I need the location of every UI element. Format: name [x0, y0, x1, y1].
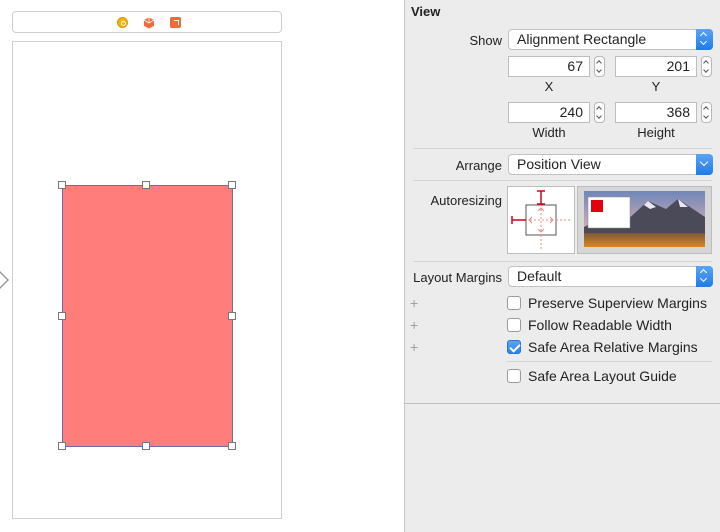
resize-handle-bottom[interactable]: [142, 442, 150, 450]
checkbox[interactable]: [507, 296, 521, 310]
autoresizing-label: Autoresizing: [430, 193, 502, 208]
add-variation-plus-icon[interactable]: +: [410, 295, 418, 311]
resize-handle-bottom-left[interactable]: [58, 442, 66, 450]
width-stepper[interactable]: [594, 102, 605, 123]
arrange-popup[interactable]: Position View: [508, 154, 713, 175]
divider: [413, 261, 712, 262]
exit-icon[interactable]: [170, 17, 181, 28]
x-caption: X: [544, 79, 554, 94]
resize-handle-top-left[interactable]: [58, 181, 66, 189]
autoresizing-preview: [577, 186, 712, 254]
resize-handle-top-right[interactable]: [228, 181, 236, 189]
autoresizing-struts-icon: [511, 190, 570, 249]
divider: [413, 148, 712, 149]
add-variation-plus-icon[interactable]: +: [410, 339, 418, 355]
storyboard-canvas[interactable]: [0, 0, 404, 532]
height-caption: Height: [637, 125, 675, 140]
divider: [413, 180, 712, 181]
width-caption: Width: [532, 125, 566, 140]
inspector-bottom-divider: [404, 403, 720, 404]
resize-handle-bottom-right[interactable]: [228, 442, 236, 450]
layout-margins-popup-value: Default: [517, 268, 562, 284]
first-responder-icon[interactable]: [143, 17, 155, 29]
arrange-popup-value: Position View: [517, 156, 601, 172]
x-stepper[interactable]: [594, 56, 605, 77]
layout-margins-label: Layout Margins: [413, 270, 502, 285]
resize-handle-right[interactable]: [228, 312, 236, 320]
checkbox-label: Follow Readable Width: [528, 317, 672, 333]
height-stepper[interactable]: [701, 102, 712, 123]
height-field[interactable]: 368: [615, 102, 697, 123]
checkmark-icon[interactable]: [507, 340, 521, 354]
chevron-down-icon: [696, 154, 713, 175]
layout-margins-popup[interactable]: Default: [508, 266, 713, 287]
checkbox-label: Preserve Superview Margins: [528, 295, 707, 311]
autoresizing-mask-control[interactable]: [507, 186, 575, 254]
selected-view[interactable]: [62, 185, 233, 447]
divider: [507, 361, 712, 362]
entry-point-arrow-icon: [0, 270, 10, 290]
checkbox-label: Safe Area Layout Guide: [528, 368, 677, 384]
checkbox[interactable]: [507, 318, 521, 332]
checkbox-label: Safe Area Relative Margins: [528, 339, 698, 355]
view-controller-icon[interactable]: [117, 17, 128, 28]
show-popup[interactable]: Alignment Rectangle: [508, 29, 713, 50]
width-field[interactable]: 240: [508, 102, 590, 123]
resize-handle-top[interactable]: [142, 181, 150, 189]
arrange-label: Arrange: [455, 158, 502, 173]
checkbox[interactable]: [507, 369, 521, 383]
section-title: View: [411, 4, 441, 19]
scene-dock: [12, 11, 282, 33]
resize-handle-left[interactable]: [58, 312, 66, 320]
y-caption: Y: [651, 79, 661, 94]
chevron-up-down-icon: [696, 29, 713, 50]
desktop-preview-image: [584, 191, 705, 247]
show-popup-value: Alignment Rectangle: [517, 31, 647, 47]
show-label: Show: [469, 33, 502, 48]
y-field[interactable]: 201: [615, 56, 697, 77]
chevron-up-down-icon: [696, 266, 713, 287]
y-stepper[interactable]: [701, 56, 712, 77]
add-variation-plus-icon[interactable]: +: [410, 317, 418, 333]
x-field[interactable]: 67: [508, 56, 590, 77]
